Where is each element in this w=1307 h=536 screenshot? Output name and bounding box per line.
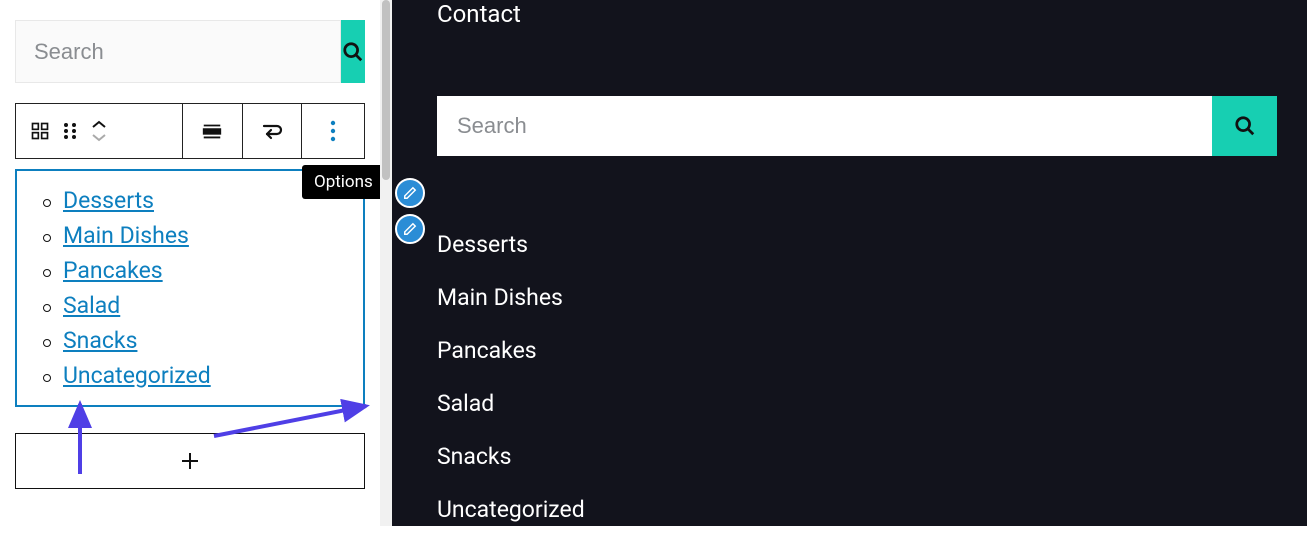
preview-category-item[interactable]: Pancakes (437, 324, 1307, 377)
block-toolbar (15, 103, 365, 159)
preview-panel: Contact (392, 0, 1307, 526)
preview-category-item[interactable]: Uncategorized (437, 483, 1307, 536)
preview-category-item[interactable]: Desserts (437, 218, 1307, 271)
move-arrows-icon[interactable] (90, 120, 108, 142)
toolbar-align-button[interactable] (183, 104, 243, 158)
preview-search-input[interactable] (437, 96, 1212, 156)
align-icon (201, 120, 223, 142)
editor-search-row (15, 20, 365, 83)
more-vertical-icon (330, 120, 336, 142)
search-icon (342, 41, 364, 63)
edit-badge-categories[interactable] (395, 214, 425, 244)
categories-block-selected[interactable]: Desserts Main Dishes Pancakes Salad Snac… (15, 169, 365, 407)
category-link[interactable]: Salad (63, 292, 120, 319)
edit-badge-search[interactable] (395, 178, 425, 208)
grid-icon[interactable] (30, 121, 50, 141)
category-link[interactable]: Pancakes (63, 257, 163, 284)
category-link[interactable]: Main Dishes (63, 222, 189, 249)
drag-handle-icon[interactable] (62, 121, 78, 141)
editor-search-input[interactable] (15, 20, 341, 83)
preview-category-item[interactable]: Main Dishes (437, 271, 1307, 324)
preview-search-button[interactable] (1212, 96, 1277, 156)
pencil-icon (403, 222, 417, 236)
nav-link-contact[interactable]: Contact (437, 0, 1307, 28)
plus-icon (180, 451, 200, 471)
toolbar-group-a (16, 104, 183, 158)
category-link[interactable]: Uncategorized (63, 362, 211, 389)
search-icon (1234, 115, 1256, 137)
preview-category-item[interactable]: Snacks (437, 430, 1307, 483)
toolbar-options-button[interactable] (302, 104, 364, 158)
swap-icon (260, 120, 284, 142)
category-link[interactable]: Snacks (63, 327, 137, 354)
preview-search-row (437, 96, 1277, 156)
editor-panel: Options Desserts Main Dishes Pancakes Sa… (0, 0, 380, 526)
preview-category-item[interactable]: Salad (437, 377, 1307, 430)
preview-category-list: Desserts Main Dishes Pancakes Salad Snac… (437, 218, 1307, 536)
toolbar-transform-button[interactable] (243, 104, 303, 158)
panel-scrollbar[interactable] (380, 0, 392, 526)
pencil-icon (403, 186, 417, 200)
add-block-button[interactable] (15, 433, 365, 489)
scrollbar-thumb[interactable] (382, 0, 390, 180)
category-link[interactable]: Desserts (63, 187, 154, 214)
editor-search-button[interactable] (341, 20, 365, 83)
